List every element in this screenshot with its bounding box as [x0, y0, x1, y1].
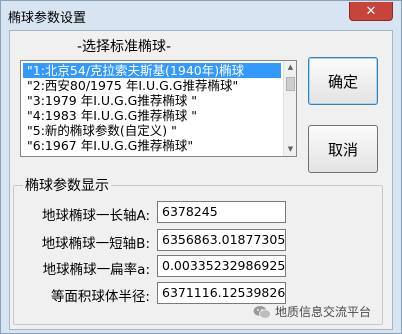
ellipsoid-list-item[interactable]: "6:1967 年I.U.G.G推荐椭球" — [23, 138, 281, 153]
close-icon: ✕ — [365, 3, 377, 19]
dialog-window: 椭球参数设置 ✕ -选择标准椭球- "1:北京54/克拉索夫斯基(1940年)椭… — [0, 0, 402, 334]
scroll-up-arrow-icon[interactable]: ▲ — [284, 61, 296, 74]
ellipsoid-list-item[interactable]: "5:新的椭球参数(自定义) " — [23, 123, 281, 138]
flattening-label: 地球椭球一扁率a: — [42, 262, 150, 278]
ellipsoid-list-item[interactable]: "2:西安80/1975 年I.U.G.G推荐椭球" — [23, 78, 281, 93]
watermark: 地质信息交流平台 — [253, 303, 371, 320]
wechat-icon — [253, 305, 271, 319]
dialog-client-area: -选择标准椭球- "1:北京54/克拉索夫斯基(1940年)椭球 "2:西安80… — [9, 30, 393, 330]
ellipsoid-list-item[interactable]: "1:北京54/克拉索夫斯基(1940年)椭球 — [23, 63, 281, 78]
listbox-scrollbar[interactable]: ▲ ▼ — [283, 61, 296, 156]
equal-area-radius-field[interactable]: 6371116.12539826 — [157, 282, 286, 304]
watermark-text: 地质信息交流平台 — [275, 305, 372, 319]
flattening-field[interactable]: 0.00335232986925 — [157, 255, 286, 277]
close-button[interactable]: ✕ — [349, 2, 393, 21]
semi-minor-axis-label: 地球椭球一短轴B: — [41, 236, 150, 252]
title-bar[interactable]: 椭球参数设置 ✕ — [2, 2, 400, 29]
equal-area-radius-label: 等面积球体半径: — [50, 289, 150, 305]
window-title: 椭球参数设置 — [8, 11, 87, 26]
ok-button[interactable]: 确定 — [308, 57, 378, 105]
ellipsoid-listbox[interactable]: "1:北京54/克拉索夫斯基(1940年)椭球 "2:西安80/1975 年I.… — [20, 60, 297, 157]
cancel-button[interactable]: 取消 — [308, 125, 378, 173]
semi-major-axis-field[interactable]: 6378245 — [157, 201, 286, 223]
scroll-down-arrow-icon[interactable]: ▼ — [284, 143, 296, 156]
ellipsoid-list-item[interactable]: "3:1979 年I.U.G.G推荐椭球 " — [23, 93, 281, 108]
ellipsoid-list-caption: -选择标准椭球- — [77, 39, 172, 55]
scrollbar-thumb[interactable] — [286, 77, 295, 91]
params-group-title: 椭球参数显示 — [23, 175, 111, 195]
semi-minor-axis-field[interactable]: 6356863.01877305 — [157, 229, 286, 251]
ellipsoid-list-item[interactable]: "4:1983 年I.U.G.G推荐椭球 " — [23, 108, 281, 123]
semi-major-axis-label: 地球椭球一长轴A: — [41, 208, 150, 224]
